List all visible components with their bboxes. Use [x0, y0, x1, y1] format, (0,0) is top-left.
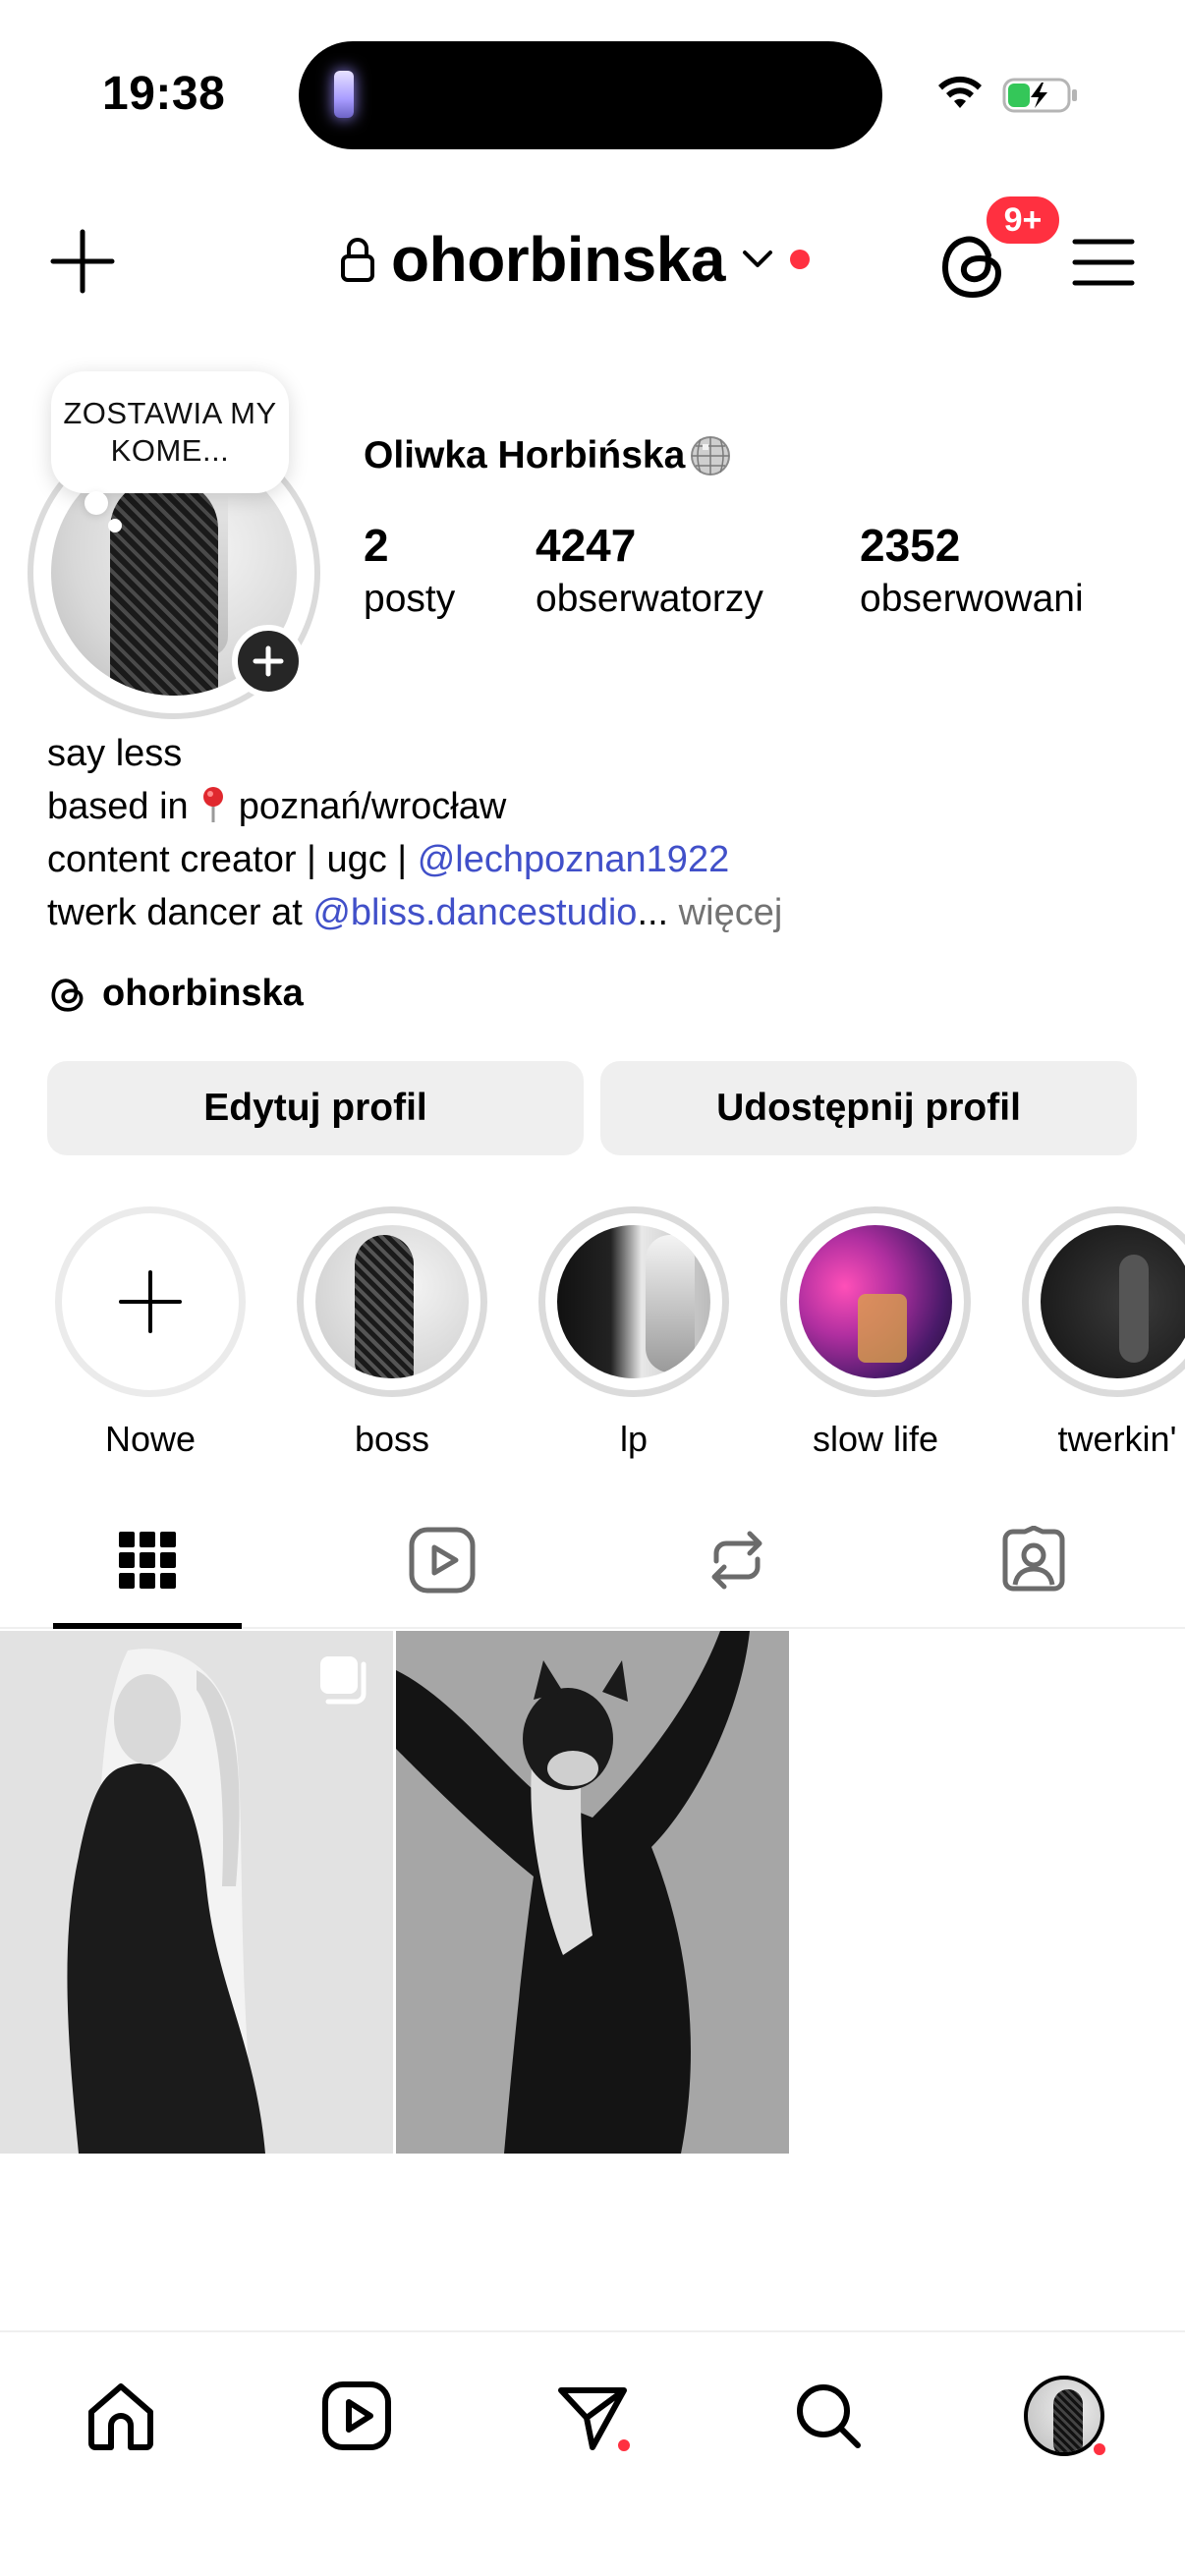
bio-line-1: say less: [47, 733, 183, 774]
highlight-lp[interactable]: lp: [538, 1206, 729, 1460]
stat-followers[interactable]: 4247 obserwatorzy: [536, 519, 763, 621]
create-plus-icon[interactable]: [47, 226, 118, 297]
search-icon: [797, 2384, 861, 2448]
stat-following-value: 2352: [860, 520, 961, 571]
status-bar: 19:38: [0, 0, 1185, 187]
carousel-icon: [320, 1656, 367, 1705]
unread-dot: [1091, 2440, 1108, 2458]
highlight-twerkin-cover: [1041, 1225, 1185, 1378]
nav-direct[interactable]: [548, 2372, 637, 2460]
account-switcher[interactable]: ohorbinska: [338, 220, 810, 299]
nav-reels[interactable]: [312, 2372, 401, 2460]
bio-ellipsis: ...: [637, 892, 669, 933]
stat-followers-value: 4247: [536, 520, 637, 571]
highlight-twerkin-ring: [1022, 1206, 1185, 1397]
reels-icon: [322, 2381, 391, 2450]
highlight-label: twerkin': [1057, 1419, 1177, 1459]
notification-badge: 9+: [983, 193, 1063, 248]
highlight-label: slow life: [812, 1419, 939, 1459]
bio-line-4: twerk dancer at @bliss.dancestudio... wi…: [47, 886, 782, 939]
tab-grid[interactable]: [108, 1521, 187, 1599]
threads-profile-link[interactable]: ohorbinska: [47, 973, 304, 1015]
stat-posts-value: 2: [364, 520, 389, 571]
post-photo: [0, 1631, 393, 2154]
highlight-new-ring: [55, 1206, 246, 1397]
pin-icon: [203, 787, 224, 822]
tab-reels[interactable]: [403, 1521, 481, 1599]
highlight-slow-life-cover: [799, 1225, 952, 1378]
battery-icon: [1002, 78, 1077, 113]
reels-icon: [409, 1527, 476, 1594]
tab-reposts[interactable]: [698, 1521, 776, 1599]
flashlight-icon: [334, 71, 354, 118]
profile-bio: say less based in poznań/wrocław content…: [47, 727, 782, 939]
chevron-down-icon: [742, 251, 772, 267]
nav-home[interactable]: [77, 2372, 165, 2460]
mention-link-bliss[interactable]: @bliss.dancestudio: [312, 892, 637, 933]
tagged-icon: [1002, 1526, 1065, 1592]
full-name-text: Oliwka Horbińska: [364, 434, 686, 476]
highlight-boss-ring: [297, 1206, 487, 1397]
stat-followers-label: obserwatorzy: [536, 578, 763, 620]
menu-hamburger-icon[interactable]: [1071, 230, 1136, 295]
edit-profile-button[interactable]: Edytuj profil: [47, 1061, 584, 1155]
highlight-label: lp: [619, 1419, 649, 1459]
post-thumbnail-2[interactable]: [396, 1631, 789, 2154]
bottom-navigation: [0, 2330, 1185, 2576]
post-photo: [396, 1631, 789, 2154]
highlight-twerkin[interactable]: twerkin': [1022, 1206, 1185, 1460]
lock-icon: [341, 238, 374, 282]
plus-icon: [253, 645, 284, 677]
highlight-lp-ring: [538, 1206, 729, 1397]
grid-icon: [119, 1532, 176, 1589]
unread-dot: [615, 2436, 633, 2454]
stat-following-label: obserwowani: [860, 578, 1084, 620]
nav-profile[interactable]: [1020, 2372, 1108, 2460]
profile-note[interactable]: ZOSTAWIA MY KOME...: [51, 371, 289, 493]
highlight-boss-cover: [315, 1225, 469, 1378]
note-bubble-tail-small: [108, 519, 122, 532]
highlight-label: Nowe: [104, 1419, 197, 1459]
profile-header: ohorbinska 9+: [0, 187, 1185, 324]
bio-based-in: based in: [47, 786, 199, 827]
bio-place: poznań/wrocław: [238, 786, 507, 827]
highlight-lp-cover: [557, 1225, 710, 1378]
mention-link-lechpoznan[interactable]: @lechpoznan1922: [418, 839, 730, 880]
highlight-boss[interactable]: boss: [297, 1206, 487, 1460]
bio-role: content creator | ugc |: [47, 839, 418, 880]
add-story-button[interactable]: [232, 625, 305, 698]
highlight-new[interactable]: Nowe: [55, 1206, 246, 1460]
note-bubble-tail: [85, 491, 108, 515]
home-icon: [88, 2383, 153, 2450]
status-time: 19:38: [102, 68, 226, 120]
share-profile-button[interactable]: Udostępnij profil: [600, 1061, 1137, 1155]
stat-following[interactable]: 2352 obserwowani: [860, 519, 1084, 621]
highlight-label: boss: [354, 1419, 430, 1459]
bio-line-2: based in poznań/wrocław: [47, 780, 782, 833]
bio-line-3: content creator | ugc | @lechpoznan1922: [47, 833, 782, 886]
highlight-slow-life-ring: [780, 1206, 971, 1397]
bio-more-link[interactable]: więcej: [668, 892, 783, 933]
full-name: Oliwka Horbińska: [364, 434, 732, 477]
threads-icon: [51, 978, 84, 1012]
bio-twerk: twerk dancer at: [47, 892, 313, 933]
reposts-icon: [711, 1531, 762, 1590]
profile-tabs: [0, 1503, 1185, 1629]
active-tab-indicator: [53, 1623, 242, 1629]
disco-ball-icon: [691, 436, 731, 476]
highlight-slow-life[interactable]: slow life: [780, 1206, 971, 1460]
post-thumbnail-1[interactable]: [0, 1631, 393, 2154]
stat-posts-label: posty: [364, 578, 456, 620]
stat-posts[interactable]: 2 posty: [364, 519, 455, 621]
unread-dot: [789, 250, 810, 269]
tab-tagged[interactable]: [994, 1521, 1073, 1599]
wifi-icon: [938, 76, 982, 108]
dynamic-island: [299, 41, 882, 149]
threads-handle: ohorbinska: [102, 973, 304, 1014]
plus-icon: [119, 1270, 182, 1333]
username-title: ohorbinska: [391, 224, 725, 295]
nav-search[interactable]: [784, 2372, 873, 2460]
